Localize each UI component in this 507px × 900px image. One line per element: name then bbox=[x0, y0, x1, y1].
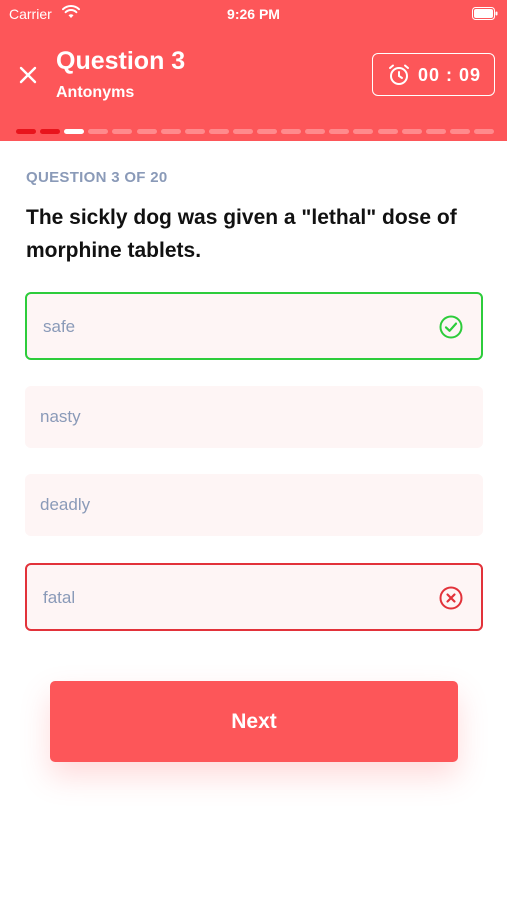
page-subtitle: Antonyms bbox=[56, 84, 135, 101]
progress-segment bbox=[160, 129, 181, 134]
question-text: The sickly dog was given a "lethal" dose… bbox=[26, 206, 457, 262]
progress-segment bbox=[425, 129, 446, 134]
progress-segment bbox=[64, 129, 85, 134]
progress-segment bbox=[16, 129, 36, 134]
timer: 00 : 09 bbox=[372, 53, 495, 96]
option-fatal[interactable]: fatal bbox=[25, 563, 483, 631]
progress-segment bbox=[184, 129, 205, 134]
close-button[interactable] bbox=[16, 63, 40, 87]
option-safe[interactable]: safe bbox=[25, 292, 483, 360]
progress-segment bbox=[208, 129, 229, 134]
timer-value: 00 : 09 bbox=[418, 65, 482, 85]
progress-segment bbox=[305, 129, 326, 134]
option-label: safe bbox=[43, 317, 76, 336]
progress-segment bbox=[136, 129, 157, 134]
progress-segment bbox=[88, 129, 109, 134]
progress-segment bbox=[329, 129, 350, 134]
check-circle-icon bbox=[439, 315, 463, 339]
option-label: nasty bbox=[40, 407, 81, 426]
progress-indicator bbox=[16, 129, 496, 134]
header: Carrier 9:26 PM Question 3 Antonyms 00 :… bbox=[0, 0, 507, 141]
option-label: fatal bbox=[43, 588, 76, 607]
option-label: deadly bbox=[40, 495, 91, 514]
option-nasty[interactable]: nasty bbox=[25, 386, 483, 448]
page-title: Question 3 bbox=[56, 47, 186, 75]
x-circle-icon bbox=[439, 586, 463, 610]
option-deadly[interactable]: deadly bbox=[25, 474, 483, 536]
progress-segment bbox=[401, 129, 422, 134]
next-button[interactable]: Next bbox=[50, 681, 458, 762]
question-counter: QUESTION 3 OF 20 bbox=[26, 169, 168, 186]
progress-segment bbox=[353, 129, 374, 134]
progress-segment bbox=[281, 129, 302, 134]
alarm-clock-icon bbox=[389, 64, 409, 85]
progress-segment bbox=[449, 129, 470, 134]
status-time: 9:26 PM bbox=[227, 6, 280, 22]
status-bar: Carrier 9:26 PM bbox=[0, 0, 507, 30]
battery-icon bbox=[472, 7, 498, 20]
progress-segment bbox=[40, 129, 61, 134]
progress-segment bbox=[377, 129, 398, 134]
close-icon bbox=[19, 66, 37, 84]
progress-segment bbox=[112, 129, 133, 134]
progress-segment bbox=[473, 129, 494, 134]
progress-segment bbox=[232, 129, 253, 134]
progress-segment bbox=[257, 129, 277, 134]
